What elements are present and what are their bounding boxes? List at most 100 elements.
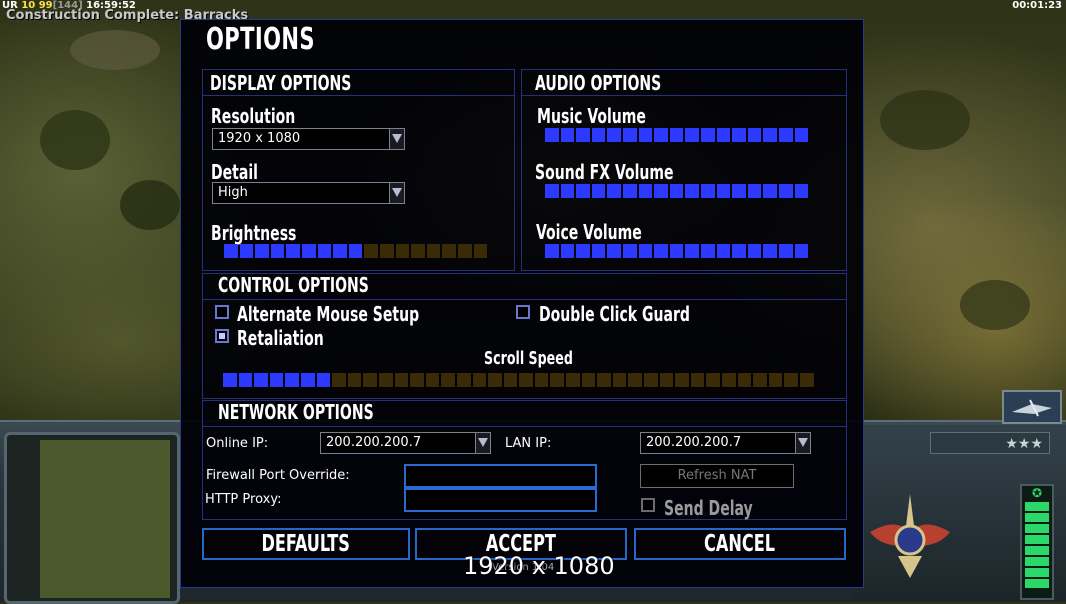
slider-segment[interactable] (607, 128, 621, 142)
slider-segment[interactable] (669, 184, 684, 198)
slider-segment[interactable] (285, 373, 299, 387)
slider-segment[interactable] (269, 373, 284, 387)
slider-segment[interactable] (550, 373, 565, 387)
slider-segment[interactable] (685, 244, 699, 258)
slider-segment[interactable] (223, 373, 237, 387)
slider-segment[interactable] (333, 244, 347, 258)
dropdown-arrow-icon[interactable] (389, 183, 404, 203)
firewall-port-input[interactable] (404, 464, 597, 488)
slider-segment[interactable] (763, 244, 777, 258)
slider-segment[interactable] (675, 373, 689, 387)
slider-segment[interactable] (654, 128, 668, 142)
slider-segment[interactable] (348, 244, 363, 258)
slider-segment[interactable] (394, 373, 409, 387)
slider-segment[interactable] (706, 373, 720, 387)
slider-segment[interactable] (700, 244, 715, 258)
slider-segment[interactable] (638, 244, 653, 258)
slider-segment[interactable] (747, 128, 762, 142)
slider-segment[interactable] (456, 373, 471, 387)
scroll-speed-slider[interactable] (223, 373, 814, 387)
http-proxy-input[interactable] (404, 488, 597, 512)
slider-segment[interactable] (457, 244, 472, 258)
slider-segment[interactable] (472, 373, 487, 387)
slider-segment[interactable] (519, 373, 533, 387)
slider-segment[interactable] (722, 373, 736, 387)
slider-segment[interactable] (426, 244, 441, 258)
sound-fx-volume-slider[interactable] (545, 184, 809, 198)
slider-segment[interactable] (441, 373, 455, 387)
slider-segment[interactable] (411, 244, 425, 258)
slider-segment[interactable] (654, 244, 668, 258)
dropdown-arrow-icon[interactable] (475, 433, 490, 453)
slider-segment[interactable] (654, 184, 668, 198)
double-click-guard-label[interactable]: Double Click Guard (539, 302, 690, 326)
slider-segment[interactable] (238, 373, 253, 387)
cancel-button[interactable]: CANCEL (634, 528, 846, 560)
slider-segment[interactable] (363, 373, 377, 387)
slider-segment[interactable] (255, 244, 269, 258)
slider-segment[interactable] (685, 128, 699, 142)
slider-segment[interactable] (778, 244, 793, 258)
slider-segment[interactable] (685, 184, 699, 198)
slider-segment[interactable] (799, 373, 814, 387)
slider-segment[interactable] (622, 184, 637, 198)
brightness-slider[interactable] (224, 244, 488, 258)
send-delay-checkbox[interactable] (641, 498, 655, 512)
slider-segment[interactable] (576, 184, 590, 198)
slider-segment[interactable] (576, 244, 590, 258)
slider-segment[interactable] (638, 128, 653, 142)
slider-segment[interactable] (534, 373, 549, 387)
slider-segment[interactable] (700, 184, 715, 198)
slider-segment[interactable] (700, 128, 715, 142)
slider-segment[interactable] (778, 128, 793, 142)
slider-segment[interactable] (442, 244, 456, 258)
slider-segment[interactable] (607, 244, 621, 258)
voice-volume-slider[interactable] (545, 244, 809, 258)
slider-segment[interactable] (591, 244, 606, 258)
slider-segment[interactable] (690, 373, 705, 387)
slider-segment[interactable] (395, 244, 410, 258)
slider-segment[interactable] (239, 244, 254, 258)
slider-segment[interactable] (778, 184, 793, 198)
slider-segment[interactable] (488, 373, 502, 387)
dropdown-arrow-icon[interactable] (795, 433, 810, 453)
slider-segment[interactable] (628, 373, 643, 387)
slider-segment[interactable] (737, 373, 752, 387)
double-click-guard-checkbox[interactable] (516, 305, 530, 319)
slider-segment[interactable] (364, 244, 378, 258)
slider-segment[interactable] (768, 373, 783, 387)
slider-segment[interactable] (332, 373, 346, 387)
slider-segment[interactable] (747, 244, 762, 258)
slider-segment[interactable] (560, 128, 575, 142)
alternate-mouse-label[interactable]: Alternate Mouse Setup (237, 302, 419, 326)
slider-segment[interactable] (644, 373, 658, 387)
slider-segment[interactable] (747, 184, 762, 198)
slider-segment[interactable] (224, 244, 238, 258)
alternate-mouse-checkbox[interactable] (215, 305, 229, 319)
slider-segment[interactable] (597, 373, 611, 387)
slider-segment[interactable] (316, 373, 331, 387)
slider-segment[interactable] (669, 128, 684, 142)
slider-segment[interactable] (794, 184, 809, 198)
slider-segment[interactable] (545, 184, 559, 198)
slider-segment[interactable] (716, 184, 731, 198)
slider-segment[interactable] (612, 373, 627, 387)
retaliation-label[interactable]: Retaliation (237, 326, 324, 350)
slider-segment[interactable] (732, 184, 746, 198)
slider-segment[interactable] (378, 373, 393, 387)
slider-segment[interactable] (763, 128, 777, 142)
slider-segment[interactable] (560, 244, 575, 258)
slider-segment[interactable] (784, 373, 798, 387)
slider-segment[interactable] (622, 244, 637, 258)
slider-segment[interactable] (503, 373, 518, 387)
slider-segment[interactable] (300, 373, 315, 387)
slider-segment[interactable] (607, 184, 621, 198)
dropdown-arrow-icon[interactable] (389, 129, 404, 149)
slider-segment[interactable] (753, 373, 767, 387)
slider-segment[interactable] (410, 373, 424, 387)
slider-segment[interactable] (794, 128, 809, 142)
slider-segment[interactable] (763, 184, 777, 198)
refresh-nat-button[interactable]: Refresh NAT (640, 464, 794, 488)
slider-segment[interactable] (286, 244, 300, 258)
slider-segment[interactable] (638, 184, 653, 198)
